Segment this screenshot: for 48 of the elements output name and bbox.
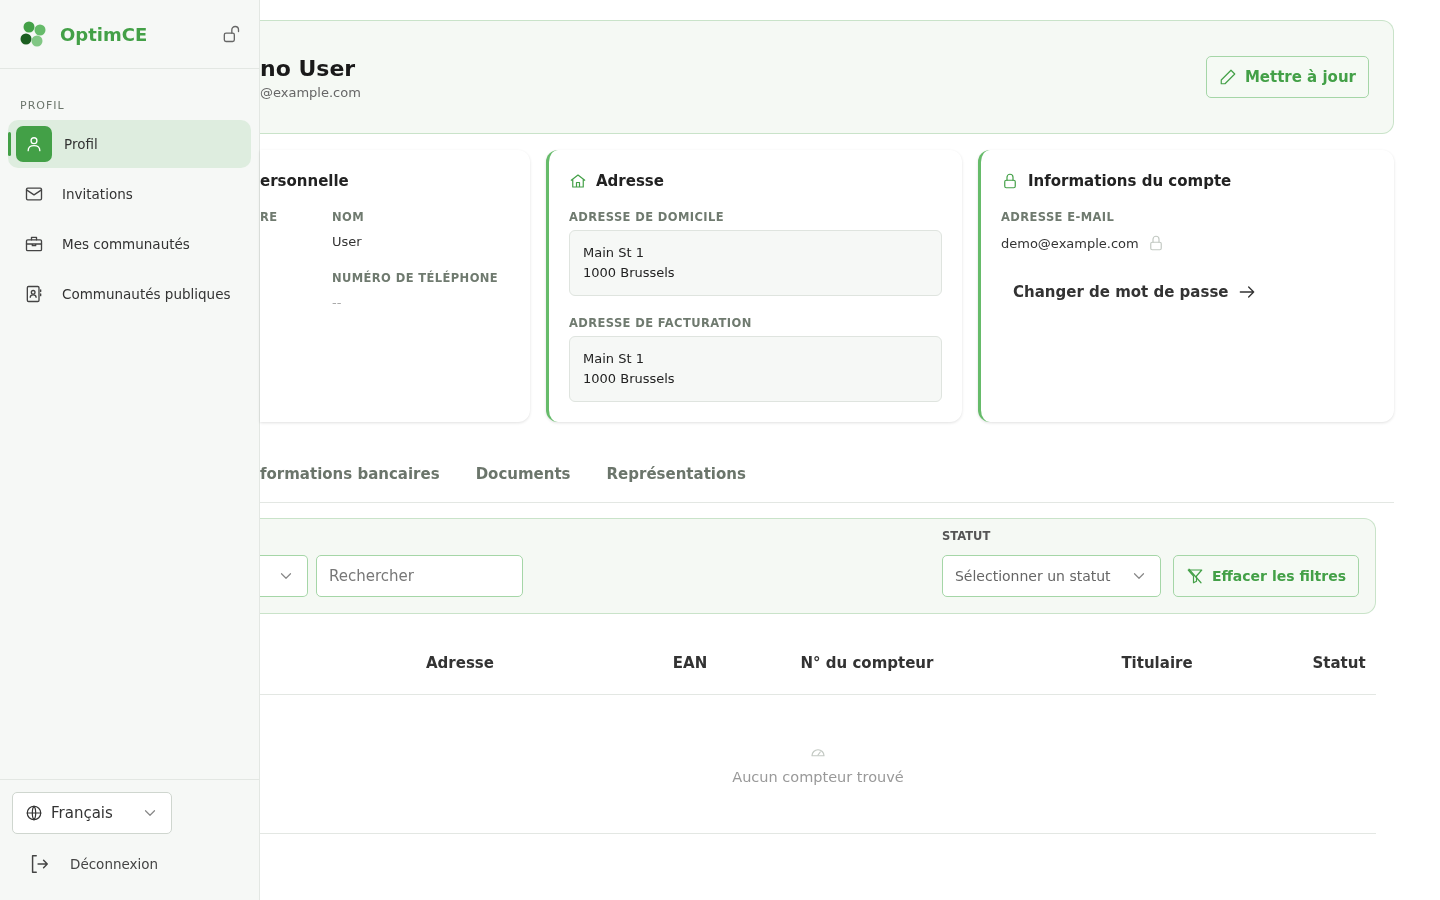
globe-icon — [25, 804, 43, 822]
card-title: Informations du compte — [1028, 172, 1232, 190]
field-label: STATUT — [941, 529, 992, 543]
user-email: @example.com — [260, 85, 361, 100]
language-select[interactable]: Français — [12, 792, 172, 834]
field-value: User — [332, 234, 363, 249]
field-label: RE — [260, 210, 279, 224]
lock-icon — [1001, 172, 1019, 190]
tab[interactable]: Documents — [475, 465, 571, 483]
field-value: -- — [332, 295, 343, 310]
empty-message: Aucun compteur trouvé — [732, 769, 904, 785]
field-label: ADRESSE E-MAIL — [1001, 210, 1116, 224]
brand-name: OptimCE — [60, 23, 149, 45]
tab[interactable]: formations bancaires — [260, 465, 440, 483]
column-header: Statut — [1311, 654, 1367, 672]
column-header: Titulaire — [1120, 654, 1194, 672]
field-label: ADRESSE DE FACTURATION — [569, 316, 753, 330]
address-line: 1000 Brussels — [583, 370, 676, 388]
user-name: no User — [260, 56, 357, 81]
clover-logo-icon — [18, 19, 48, 49]
field-label: NOM — [332, 210, 366, 224]
sidebar-item[interactable]: Mes communautés — [8, 220, 251, 268]
field-label: ADRESSE DE DOMICILE — [569, 210, 726, 224]
card-title: Adresse — [596, 172, 664, 190]
card-title: ersonnelle — [260, 172, 350, 190]
sidebar-item[interactable]: Profil — [8, 120, 251, 168]
column-header: N° du compteur — [799, 654, 935, 672]
unlock-icon[interactable] — [221, 24, 241, 44]
sidebar-item[interactable]: Invitations — [8, 170, 251, 218]
briefcase-icon — [24, 234, 44, 254]
tab[interactable]: Représentations — [606, 465, 746, 483]
filter-off-icon — [1185, 567, 1204, 585]
address-line: Main St 1 — [583, 350, 645, 368]
change-password-link[interactable]: Changer de mot de passe — [1013, 282, 1257, 302]
column-header: Adresse — [425, 654, 495, 672]
address-line: 1000 Brussels — [583, 264, 676, 282]
field-label: NUMÉRO DE TÉLÉPHONE — [332, 271, 500, 285]
email-value: demo@example.com — [1001, 235, 1139, 251]
column-header: EAN — [671, 654, 709, 672]
section-label: PROFIL — [19, 98, 66, 114]
logout-link[interactable]: Déconnexion — [12, 844, 247, 884]
contact-card-icon — [24, 284, 44, 304]
address-line: Main St 1 — [583, 244, 645, 262]
sidebar-item[interactable]: Communautés publiques — [8, 270, 251, 318]
house-icon — [569, 172, 587, 190]
status-select[interactable]: Sélectionner un statut — [941, 555, 1161, 597]
search-field[interactable]: Rechercher — [316, 555, 523, 597]
pencil-icon — [1218, 68, 1237, 86]
